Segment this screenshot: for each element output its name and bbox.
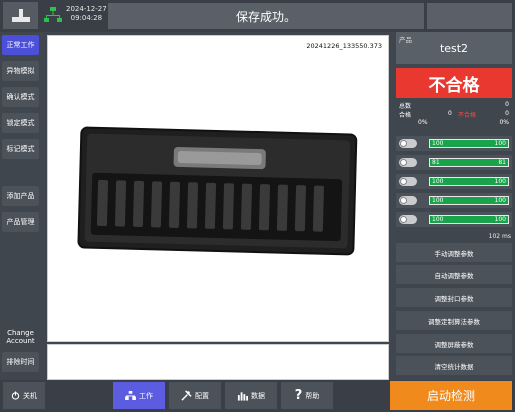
meter-row: 100 100 xyxy=(396,193,512,208)
seal-params-button[interactable]: 调整封口参数 xyxy=(396,288,512,307)
datetime: 2024-12-27 09:04:28 xyxy=(66,5,107,23)
meter-bar: 100 100 xyxy=(429,215,509,224)
pass-value: 0 xyxy=(448,110,452,117)
sidebar-item-foreign-object-sim[interactable]: 异物模拟 xyxy=(2,61,39,81)
right-panel: 产品 test2 不合格 总数 0 合格 0 不合格 0 0% 0% 100 1… xyxy=(394,32,515,377)
tab-data[interactable]: 数据 xyxy=(225,382,277,409)
meter-toggle[interactable] xyxy=(399,177,417,186)
meter-left-value: 81 xyxy=(432,159,440,166)
total-value: 0 xyxy=(505,101,509,108)
work-icon xyxy=(125,391,136,400)
auto-adjust-params-button[interactable]: 自动调整参数 xyxy=(396,265,512,284)
sidebar-item-add-product[interactable]: 添加产品 xyxy=(2,186,39,206)
sidebar: 正常工作 异物模拟 确认模式 锁定模式 标记模式 添加产品 产品管理 Chang… xyxy=(0,32,43,372)
meter-left-value: 100 xyxy=(432,216,444,223)
tab-config-label: 配置 xyxy=(195,391,209,400)
sidebar-item-lock-mode[interactable]: 锁定模式 xyxy=(2,113,39,133)
sidebar-item-product-manage[interactable]: 产品管理 xyxy=(2,212,39,232)
status-message: 保存成功。 xyxy=(108,3,424,29)
bar-chart-icon xyxy=(237,391,248,401)
meter-bar: 81 81 xyxy=(429,158,509,167)
power-icon xyxy=(11,391,20,400)
sidebar-item-confirm-mode[interactable]: 确认模式 xyxy=(2,87,39,107)
meter-toggle[interactable] xyxy=(399,196,417,205)
meter-row: 100 100 xyxy=(396,136,512,151)
total-label: 总数 xyxy=(399,103,412,110)
time-text: 09:04:28 xyxy=(70,14,103,22)
tab-help[interactable]: ? 帮助 xyxy=(281,382,333,409)
tab-data-label: 数据 xyxy=(251,391,265,400)
tab-help-label: 帮助 xyxy=(305,391,320,400)
meter-left-value: 100 xyxy=(432,197,444,204)
meter-toggle[interactable] xyxy=(399,158,417,167)
meter-left-value: 100 xyxy=(432,178,444,185)
tab-work-label: 工作 xyxy=(139,391,153,400)
xray-product-image xyxy=(77,126,358,256)
top-right-panel xyxy=(427,3,512,29)
home-button[interactable] xyxy=(3,2,38,29)
app-window: 2024-12-27 09:04:28 保存成功。 正常工作 异物模拟 确认模式… xyxy=(0,0,515,412)
stats-panel: 总数 0 合格 0 不合格 0 0% 0% xyxy=(396,101,512,128)
result-badge: 不合格 xyxy=(396,68,512,98)
meter-right-value: 100 xyxy=(494,178,506,185)
sidebar-item-change-account[interactable]: Change Account xyxy=(2,326,39,348)
date-text: 2024-12-27 xyxy=(66,5,107,13)
tab-config[interactable]: 配置 xyxy=(169,382,221,409)
meter-left-value: 100 xyxy=(432,140,444,147)
shutdown-button[interactable]: 关机 xyxy=(3,382,45,409)
network-icon xyxy=(44,7,62,22)
meter-row: 100 100 xyxy=(396,174,512,189)
clear-stats-button[interactable]: 清空统计数据 xyxy=(396,356,512,375)
shutdown-label: 关机 xyxy=(23,391,37,400)
sidebar-item-normal-work[interactable]: 正常工作 xyxy=(2,35,39,55)
custom-algorithm-params-button[interactable]: 调整定制算法参数 xyxy=(396,311,512,330)
fail-value: 0 xyxy=(505,110,509,117)
manual-adjust-params-button[interactable]: 手动调整参数 xyxy=(396,243,512,262)
fail-label: 不合格 xyxy=(458,112,477,119)
meter-bar: 100 100 xyxy=(429,177,509,186)
meter-row: 81 81 xyxy=(396,155,512,170)
product-info: 产品 test2 xyxy=(396,32,512,64)
sidebar-item-exclude-time[interactable]: 排除时间 xyxy=(2,352,39,372)
sidebar-item-mark-mode[interactable]: 标记模式 xyxy=(2,139,39,159)
bottom-bar: 关机 工作 配置 数据 ? 帮助 启动检测 xyxy=(0,380,515,412)
tab-work[interactable]: 工作 xyxy=(113,382,165,409)
mask-params-button[interactable]: 调整屏蔽参数 xyxy=(396,334,512,353)
meter-right-value: 100 xyxy=(494,197,506,204)
meter-row: 100 100 xyxy=(396,212,512,227)
pass-label: 合格 xyxy=(399,112,412,119)
meter-bar: 100 100 xyxy=(429,196,509,205)
process-time: 102 ms xyxy=(488,233,511,240)
top-bar: 2024-12-27 09:04:28 保存成功。 xyxy=(0,0,515,32)
meter-right-value: 100 xyxy=(494,216,506,223)
help-icon: ? xyxy=(294,388,303,403)
inspection-image-panel: 20241226_133550.373 xyxy=(47,35,389,342)
pass-percent: 0% xyxy=(418,119,428,126)
fail-percent: 0% xyxy=(499,119,509,126)
start-detection-button[interactable]: 启动检测 xyxy=(390,381,512,410)
product-name: test2 xyxy=(439,42,469,55)
tools-icon xyxy=(181,390,192,401)
log-panel xyxy=(47,344,389,380)
meter-toggle[interactable] xyxy=(399,215,417,224)
meter-right-value: 81 xyxy=(498,159,506,166)
meter-right-value: 100 xyxy=(494,140,506,147)
home-icon xyxy=(11,8,30,22)
meter-bar: 100 100 xyxy=(429,139,509,148)
meter-toggle[interactable] xyxy=(399,139,417,148)
